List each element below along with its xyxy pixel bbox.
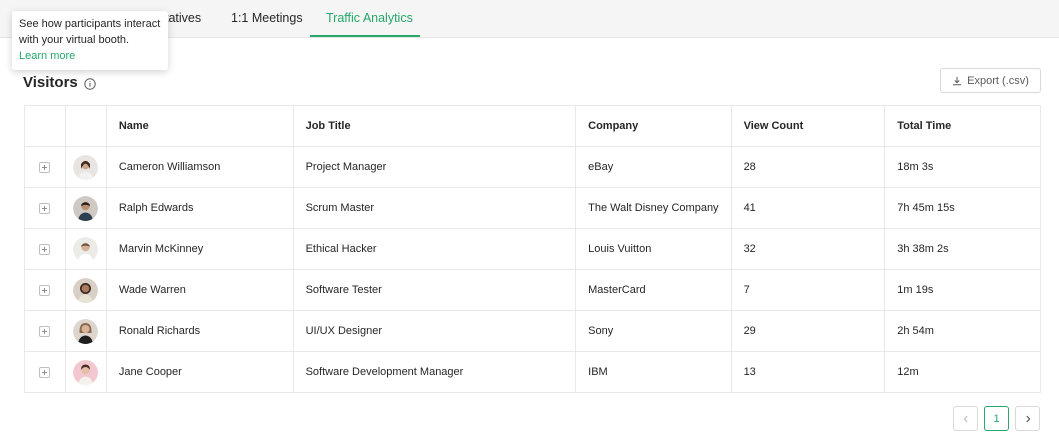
table-row: Wade Warren Software Tester MasterCard 7… xyxy=(24,269,1041,311)
expand-row-icon[interactable] xyxy=(39,325,51,337)
tooltip-text-line1: See how participants interact xyxy=(19,18,161,30)
visitor-job: Software Tester xyxy=(292,269,577,311)
header-view-count[interactable]: View Count xyxy=(730,105,886,147)
tab-traffic-analytics[interactable]: Traffic Analytics xyxy=(326,0,413,38)
visitor-name: Marvin McKinney xyxy=(105,228,294,270)
prev-page-button[interactable] xyxy=(953,406,978,431)
table-row: Jane Cooper Software Development Manager… xyxy=(24,351,1041,393)
visitor-views: 28 xyxy=(730,146,886,188)
table-header-row: Name Job Title Company View Count Total … xyxy=(24,105,1041,147)
export-csv-button[interactable]: Export (.csv) xyxy=(940,68,1041,93)
chevron-left-icon xyxy=(963,415,968,422)
visitors-table: Name Job Title Company View Count Total … xyxy=(24,105,1041,393)
chevron-right-icon xyxy=(1025,415,1030,422)
next-page-button[interactable] xyxy=(1015,406,1040,431)
table-row: Ronald Richards UI/UX Designer Sony 29 2… xyxy=(24,310,1041,352)
table-row: Marvin McKinney Ethical Hacker Louis Vui… xyxy=(24,228,1041,270)
active-tab-indicator xyxy=(310,35,420,37)
table-row: Ralph Edwards Scrum Master The Walt Disn… xyxy=(24,187,1041,229)
header-total-time[interactable]: Total Time xyxy=(884,105,1041,147)
avatar xyxy=(73,318,99,344)
header-avatar xyxy=(64,105,107,147)
visitor-time: 12m xyxy=(884,351,1041,393)
visitor-job: Software Development Manager xyxy=(292,351,577,393)
header-expand xyxy=(24,105,66,147)
export-label: Export (.csv) xyxy=(967,74,1029,87)
visitor-views: 32 xyxy=(730,228,886,270)
visitor-company: Louis Vuitton xyxy=(575,228,732,270)
visitor-time: 1m 19s xyxy=(884,269,1041,311)
tooltip-text-line2: with your virtual booth. xyxy=(19,34,130,46)
visitor-name: Ronald Richards xyxy=(105,310,294,352)
visitor-views: 29 xyxy=(730,310,886,352)
visitor-views: 41 xyxy=(730,187,886,229)
info-icon[interactable] xyxy=(84,78,96,90)
avatar xyxy=(73,195,99,221)
visitor-job: UI/UX Designer xyxy=(292,310,577,352)
visitor-time: 18m 3s xyxy=(884,146,1041,188)
visitor-name: Jane Cooper xyxy=(105,351,294,393)
header-job-title[interactable]: Job Title xyxy=(292,105,577,147)
avatar xyxy=(73,154,99,180)
visitor-time: 7h 45m 15s xyxy=(884,187,1041,229)
expand-row-icon[interactable] xyxy=(39,161,51,173)
visitor-company: Sony xyxy=(575,310,732,352)
expand-row-icon[interactable] xyxy=(39,366,51,378)
expand-row-icon[interactable] xyxy=(39,202,51,214)
visitor-company: IBM xyxy=(575,351,732,393)
avatar xyxy=(73,236,99,262)
visitor-name: Cameron Williamson xyxy=(105,146,294,188)
header-company[interactable]: Company xyxy=(575,105,732,147)
visitor-views: 7 xyxy=(730,269,886,311)
learn-more-link[interactable]: Learn more xyxy=(19,48,161,64)
page-number-button[interactable]: 1 xyxy=(984,406,1009,431)
visitor-name: Wade Warren xyxy=(105,269,294,311)
tab-meetings[interactable]: 1:1 Meetings xyxy=(231,0,303,38)
page-title: Visitors xyxy=(23,74,78,91)
avatar xyxy=(73,277,99,303)
tab-representatives[interactable]: tatives xyxy=(165,0,201,38)
visitor-time: 2h 54m xyxy=(884,310,1041,352)
expand-row-icon[interactable] xyxy=(39,243,51,255)
visitor-name: Ralph Edwards xyxy=(105,187,294,229)
visitor-company: The Walt Disney Company xyxy=(575,187,732,229)
info-tooltip: See how participants interact with your … xyxy=(12,11,168,70)
visitor-company: eBay xyxy=(575,146,732,188)
table-row: Cameron Williamson Project Manager eBay … xyxy=(24,146,1041,188)
avatar xyxy=(73,359,99,385)
visitor-job: Scrum Master xyxy=(292,187,577,229)
visitor-job: Project Manager xyxy=(292,146,577,188)
visitor-company: MasterCard xyxy=(575,269,732,311)
header-name[interactable]: Name xyxy=(105,105,294,147)
download-icon xyxy=(953,76,962,85)
visitor-views: 13 xyxy=(730,351,886,393)
visitor-time: 3h 38m 2s xyxy=(884,228,1041,270)
expand-row-icon[interactable] xyxy=(39,284,51,296)
visitor-job: Ethical Hacker xyxy=(292,228,577,270)
